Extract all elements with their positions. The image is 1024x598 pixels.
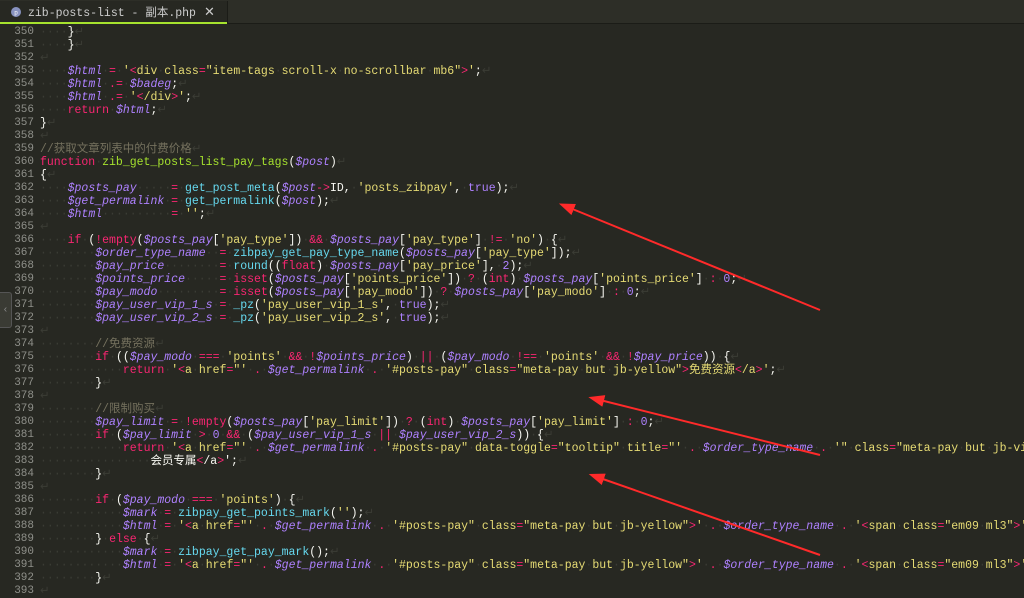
code-line[interactable]: ····$get_permalink·=·get_permalink($post…: [40, 195, 1024, 208]
line-number: 354: [2, 78, 34, 91]
line-number: 363: [2, 195, 34, 208]
code-line[interactable]: ············$html·=·'<a·href="'·.·$get_p…: [40, 520, 1024, 533]
code-line[interactable]: ········$pay_modo·········=·isset($posts…: [40, 286, 1024, 299]
code-line[interactable]: ············$html·=·'<a·href="'·.·$get_p…: [40, 559, 1024, 572]
code-line[interactable]: ········$pay_limit·=·!empty($posts_pay['…: [40, 416, 1024, 429]
line-number: 362: [2, 182, 34, 195]
line-number: 374: [2, 338, 34, 351]
line-number: 376: [2, 364, 34, 377]
php-file-icon: p: [10, 6, 22, 18]
line-number: 375: [2, 351, 34, 364]
code-line[interactable]: ····$html·=·'<div·class="item-tags·scrol…: [40, 65, 1024, 78]
code-line[interactable]: ····$html·.=·$badeg;↵: [40, 78, 1024, 91]
code-line[interactable]: ↵: [40, 325, 1024, 338]
line-number: 368: [2, 260, 34, 273]
code-line[interactable]: ········$points_price·····=·isset($posts…: [40, 273, 1024, 286]
line-number: 389: [2, 533, 34, 546]
line-number: 377: [2, 377, 34, 390]
code-line[interactable]: ········}↵: [40, 377, 1024, 390]
code-line[interactable]: //获取文章列表中的付费价格↵: [40, 143, 1024, 156]
code-line[interactable]: ············return·'<a·href="'·.·$get_pe…: [40, 442, 1024, 455]
line-number: 382: [2, 442, 34, 455]
line-number: 381: [2, 429, 34, 442]
line-number: 350: [2, 26, 34, 39]
code-line[interactable]: {↵: [40, 169, 1024, 182]
code-line[interactable]: ········if·($pay_modo·===·'points')·{↵: [40, 494, 1024, 507]
line-number: 387: [2, 507, 34, 520]
line-number: 380: [2, 416, 34, 429]
code-line[interactable]: ↵: [40, 52, 1024, 65]
code-line[interactable]: ················会员专属</a>';↵: [40, 455, 1024, 468]
chevron-left-icon: ‹: [2, 305, 8, 316]
code-line[interactable]: ↵: [40, 130, 1024, 143]
line-number: 352: [2, 52, 34, 65]
code-line[interactable]: ····$html··········=·'';↵: [40, 208, 1024, 221]
line-number: 359: [2, 143, 34, 156]
line-number: 358: [2, 130, 34, 143]
line-number: 351: [2, 39, 34, 52]
code-line[interactable]: ········if·(($pay_modo·===·'points'·&&·!…: [40, 351, 1024, 364]
code-line[interactable]: function·zib_get_posts_list_pay_tags($po…: [40, 156, 1024, 169]
code-line[interactable]: ····}↵: [40, 26, 1024, 39]
line-number: 365: [2, 221, 34, 234]
line-number: 364: [2, 208, 34, 221]
code-editor[interactable]: ‹ 35035135235335435535635735835936036136…: [0, 24, 1024, 596]
tab-close-icon[interactable]: ✕: [202, 5, 217, 20]
code-line[interactable]: ········}↵: [40, 572, 1024, 585]
code-line[interactable]: ↵: [40, 221, 1024, 234]
line-number: 353: [2, 65, 34, 78]
line-number: 356: [2, 104, 34, 117]
line-number: 357: [2, 117, 34, 130]
code-line[interactable]: ············$mark·=·zibpay_get_pay_mark(…: [40, 546, 1024, 559]
tab-label: zib-posts-list - 副本.php: [28, 4, 196, 20]
code-line[interactable]: ········if·($pay_limit·>·0·&&·($pay_user…: [40, 429, 1024, 442]
line-number: 390: [2, 546, 34, 559]
tab-bar: p zib-posts-list - 副本.php ✕: [0, 0, 1024, 24]
code-line[interactable]: ········//免费资源↵: [40, 338, 1024, 351]
line-number: 385: [2, 481, 34, 494]
line-number: 393: [2, 585, 34, 598]
line-number: 391: [2, 559, 34, 572]
line-number: 384: [2, 468, 34, 481]
line-number: 383: [2, 455, 34, 468]
code-area[interactable]: ····}↵····}↵↵····$html·=·'<div·class="it…: [40, 24, 1024, 596]
line-number: 355: [2, 91, 34, 104]
code-line[interactable]: ········}·else·{↵: [40, 533, 1024, 546]
code-line[interactable]: ········$pay_price········=·round((float…: [40, 260, 1024, 273]
code-line[interactable]: ····$posts_pay·····=·get_post_meta($post…: [40, 182, 1024, 195]
code-line[interactable]: ········$order_type_name··=·zibpay_get_p…: [40, 247, 1024, 260]
line-number: 388: [2, 520, 34, 533]
tab-active[interactable]: p zib-posts-list - 副本.php ✕: [0, 1, 228, 23]
code-line[interactable]: ········//限制购买↵: [40, 403, 1024, 416]
code-line[interactable]: ····}↵: [40, 39, 1024, 52]
code-line[interactable]: ········}↵: [40, 468, 1024, 481]
panel-expand-handle[interactable]: ‹: [0, 292, 12, 328]
code-line[interactable]: ····if·(!empty($posts_pay['pay_type'])·&…: [40, 234, 1024, 247]
code-line[interactable]: ····$html·.=·'</div>';↵: [40, 91, 1024, 104]
code-line[interactable]: ············$mark·=·zibpay_get_points_ma…: [40, 507, 1024, 520]
code-line[interactable]: ↵: [40, 481, 1024, 494]
line-number: 369: [2, 273, 34, 286]
code-line[interactable]: ········$pay_user_vip_2_s·=·_pz('pay_use…: [40, 312, 1024, 325]
line-number: 392: [2, 572, 34, 585]
line-number: 367: [2, 247, 34, 260]
code-line[interactable]: ↵: [40, 390, 1024, 403]
code-line[interactable]: ············return·'<a·href="'·.·$get_pe…: [40, 364, 1024, 377]
line-number: 360: [2, 156, 34, 169]
line-number: 378: [2, 390, 34, 403]
code-line[interactable]: ····return·$html;↵: [40, 104, 1024, 117]
line-number: 361: [2, 169, 34, 182]
line-number: 366: [2, 234, 34, 247]
code-line[interactable]: }↵: [40, 117, 1024, 130]
line-number: 386: [2, 494, 34, 507]
line-number: 379: [2, 403, 34, 416]
code-line[interactable]: ↵: [40, 585, 1024, 596]
code-line[interactable]: ········$pay_user_vip_1_s·=·_pz('pay_use…: [40, 299, 1024, 312]
